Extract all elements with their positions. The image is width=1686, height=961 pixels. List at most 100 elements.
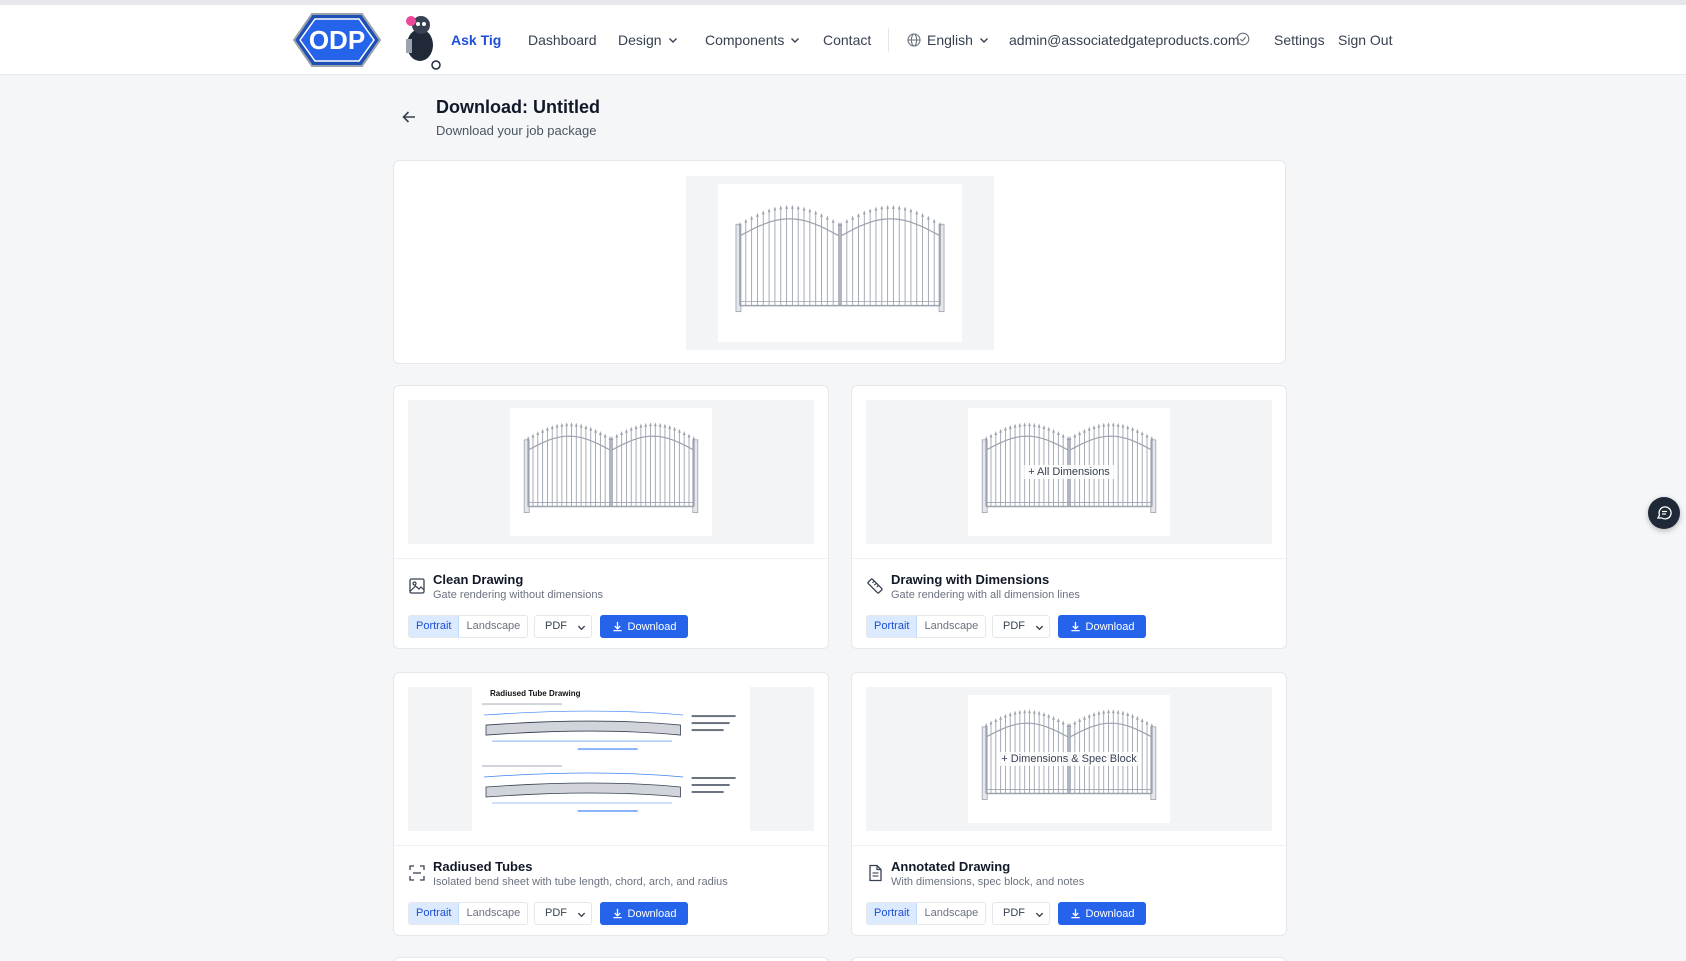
logo-text: ODP: [309, 25, 365, 55]
nav-separator: [888, 28, 889, 52]
orientation-toggle: Portrait Landscape: [408, 902, 529, 925]
chat-lines-icon: [1656, 506, 1672, 520]
nav-ask-tig[interactable]: Ask Tig: [451, 32, 501, 48]
chat-assistant-button[interactable]: [1648, 497, 1680, 529]
globe-icon: [907, 33, 921, 47]
card-description: With dimensions, spec block, and notes: [891, 876, 1085, 888]
check-circle-icon[interactable]: [1236, 32, 1250, 46]
page-title: Download: Untitled: [436, 97, 600, 117]
preview-paper: + All Dimensions: [968, 408, 1170, 536]
card-divider: [394, 845, 828, 846]
card-preview: + Dimensions & Spec Block: [866, 687, 1272, 831]
chevron-down-icon: [668, 38, 677, 43]
main-preview-paper: [718, 184, 962, 342]
ruler-icon: [867, 578, 883, 594]
bend-sheet-drawing: [482, 703, 736, 812]
orientation-toggle: Portrait Landscape: [866, 902, 987, 925]
card-annotated-drawing: + Dimensions & Spec Block Annotated Draw…: [851, 672, 1287, 936]
card-radiused-tubes: Radiused Tube Drawing Radiused Tubes Iso…: [393, 672, 829, 936]
mascot-icon[interactable]: [396, 11, 446, 71]
nav-dashboard[interactable]: Dashboard: [528, 32, 597, 48]
main-preview-panel: [393, 160, 1286, 364]
frame-icon: [409, 865, 425, 881]
chevron-down-icon: [979, 38, 988, 43]
language-label: English: [927, 32, 973, 48]
preview-overlay-label: + All Dimensions: [1024, 465, 1114, 479]
back-arrow-icon[interactable]: [400, 108, 418, 126]
nav-components[interactable]: Components: [705, 32, 800, 48]
nav-settings[interactable]: Settings: [1274, 32, 1325, 48]
top-navbar: ODP Ask Tig Dashboard Design Components …: [0, 5, 1686, 75]
page-subtitle: Download your job package: [436, 123, 597, 138]
next-card-edge: [393, 957, 829, 961]
image-icon: [409, 578, 425, 594]
download-label: Download: [627, 620, 677, 633]
preview-overlay-label: + Dimensions & Spec Block: [997, 752, 1141, 766]
card-title: Drawing with Dimensions: [891, 572, 1050, 587]
main-preview: [686, 176, 994, 350]
portrait-option[interactable]: Portrait: [409, 616, 460, 637]
landscape-option[interactable]: Landscape: [917, 616, 986, 637]
orientation-toggle: Portrait Landscape: [408, 615, 529, 638]
format-select-value: PDF: [545, 620, 567, 632]
preview-paper: Radiused Tube Drawing: [472, 687, 750, 831]
download-button[interactable]: Download: [1058, 615, 1146, 638]
landscape-option[interactable]: Landscape: [917, 903, 986, 924]
format-select[interactable]: PDF: [992, 902, 1050, 925]
user-email[interactable]: admin@associatedgateproducts.com: [1009, 32, 1240, 48]
bend-sheet-title: Radiused Tube Drawing: [490, 689, 581, 698]
preview-paper: [510, 408, 712, 536]
language-selector[interactable]: English: [907, 32, 989, 48]
chevron-down-icon: [791, 38, 800, 43]
download-icon: [1070, 621, 1080, 632]
card-title: Annotated Drawing: [891, 859, 1011, 874]
download-icon: [612, 908, 622, 919]
odp-logo[interactable]: ODP: [292, 12, 382, 68]
card-drawing-with-dimensions: + All Dimensions Drawing with Dimensions…: [851, 385, 1287, 649]
download-label: Download: [627, 907, 677, 920]
chevron-down-icon: [1035, 625, 1044, 631]
portrait-option[interactable]: Portrait: [409, 903, 460, 924]
download-button[interactable]: Download: [600, 615, 688, 638]
nav-design-label: Design: [618, 32, 662, 48]
card-divider: [394, 558, 828, 559]
next-card-edge: [851, 957, 1287, 961]
card-preview: [408, 400, 814, 544]
download-label: Download: [1085, 907, 1135, 920]
download-label: Download: [1085, 620, 1135, 633]
chevron-down-icon: [577, 912, 586, 918]
card-divider: [852, 845, 1286, 846]
document-icon: [869, 864, 882, 882]
card-description: Isolated bend sheet with tube length, ch…: [433, 876, 728, 888]
portrait-option[interactable]: Portrait: [867, 616, 918, 637]
format-select[interactable]: PDF: [534, 615, 592, 638]
nav-design[interactable]: Design: [618, 32, 678, 48]
gate-drawing: [735, 204, 945, 313]
download-button[interactable]: Download: [1058, 902, 1146, 925]
format-select[interactable]: PDF: [534, 902, 592, 925]
gate-drawing: [523, 422, 699, 513]
download-icon: [612, 621, 622, 632]
download-icon: [1070, 908, 1080, 919]
landscape-option[interactable]: Landscape: [459, 903, 528, 924]
nav-sign-out[interactable]: Sign Out: [1338, 32, 1392, 48]
card-description: Gate rendering without dimensions: [433, 589, 603, 601]
portrait-option[interactable]: Portrait: [867, 903, 918, 924]
landscape-option[interactable]: Landscape: [459, 616, 528, 637]
format-select-value: PDF: [1003, 907, 1025, 919]
card-clean-drawing: Clean Drawing Gate rendering without dim…: [393, 385, 829, 649]
nav-components-label: Components: [705, 32, 785, 48]
card-divider: [852, 558, 1286, 559]
download-button[interactable]: Download: [600, 902, 688, 925]
format-select-value: PDF: [1003, 620, 1025, 632]
preview-paper: + Dimensions & Spec Block: [968, 695, 1170, 823]
card-title: Clean Drawing: [433, 572, 524, 587]
orientation-toggle: Portrait Landscape: [866, 615, 987, 638]
chevron-down-icon: [577, 625, 586, 631]
format-select-value: PDF: [545, 907, 567, 919]
nav-contact[interactable]: Contact: [823, 32, 871, 48]
format-select[interactable]: PDF: [992, 615, 1050, 638]
chevron-down-icon: [1035, 912, 1044, 918]
card-description: Gate rendering with all dimension lines: [891, 589, 1080, 601]
card-preview: Radiused Tube Drawing: [408, 687, 814, 831]
